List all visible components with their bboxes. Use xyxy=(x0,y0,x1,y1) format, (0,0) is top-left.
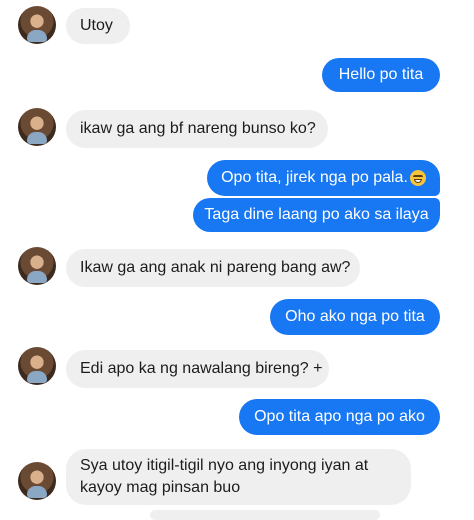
message-text: ikaw ga ang bf nareng bunso ko? xyxy=(80,120,316,137)
incoming-message[interactable]: Utoy xyxy=(66,8,130,44)
message-text: Opo tita, jirek nga po pala. xyxy=(221,169,408,186)
incoming-message[interactable]: Sya utoy itigil-tigil nyo ang inyong iya… xyxy=(66,449,411,505)
outgoing-message[interactable]: Opo tita apo nga po ako xyxy=(239,399,440,435)
incoming-message[interactable]: Ikaw ga ang anak ni pareng bang aw? xyxy=(66,249,360,287)
avatar[interactable] xyxy=(18,247,56,285)
outgoing-message[interactable]: Oho ako nga po tita xyxy=(270,299,440,335)
message-text: Ikaw ga ang anak ni pareng bang aw? xyxy=(80,259,351,276)
outgoing-message[interactable]: Taga dine laang po ako sa ilaya xyxy=(193,198,440,232)
incoming-message[interactable]: Edi apo ka ng nawalang bireng? + xyxy=(66,350,329,388)
avatar[interactable] xyxy=(18,462,56,500)
avatar[interactable] xyxy=(18,347,56,385)
avatar[interactable] xyxy=(18,108,56,146)
outgoing-message[interactable]: Hello po tita xyxy=(322,58,440,92)
partial-message xyxy=(150,510,380,520)
incoming-message[interactable]: ikaw ga ang bf nareng bunso ko? xyxy=(66,110,328,148)
avatar[interactable] xyxy=(18,6,56,44)
message-text: Hello po tita xyxy=(338,66,424,83)
message-text: Sya utoy itigil-tigil nyo ang inyong iya… xyxy=(80,457,369,496)
message-text: Opo tita apo nga po ako xyxy=(254,408,425,425)
message-text: Edi apo ka ng nawalang bireng? + xyxy=(80,360,323,377)
grinning-sweat-emoji xyxy=(409,170,426,186)
message-text: Oho ako nga po tita xyxy=(285,308,425,325)
message-text: Taga dine laang po ako sa ilaya xyxy=(204,206,429,223)
outgoing-message[interactable]: Opo tita, jirek nga po pala. xyxy=(207,160,440,196)
message-text: Utoy xyxy=(80,17,113,34)
